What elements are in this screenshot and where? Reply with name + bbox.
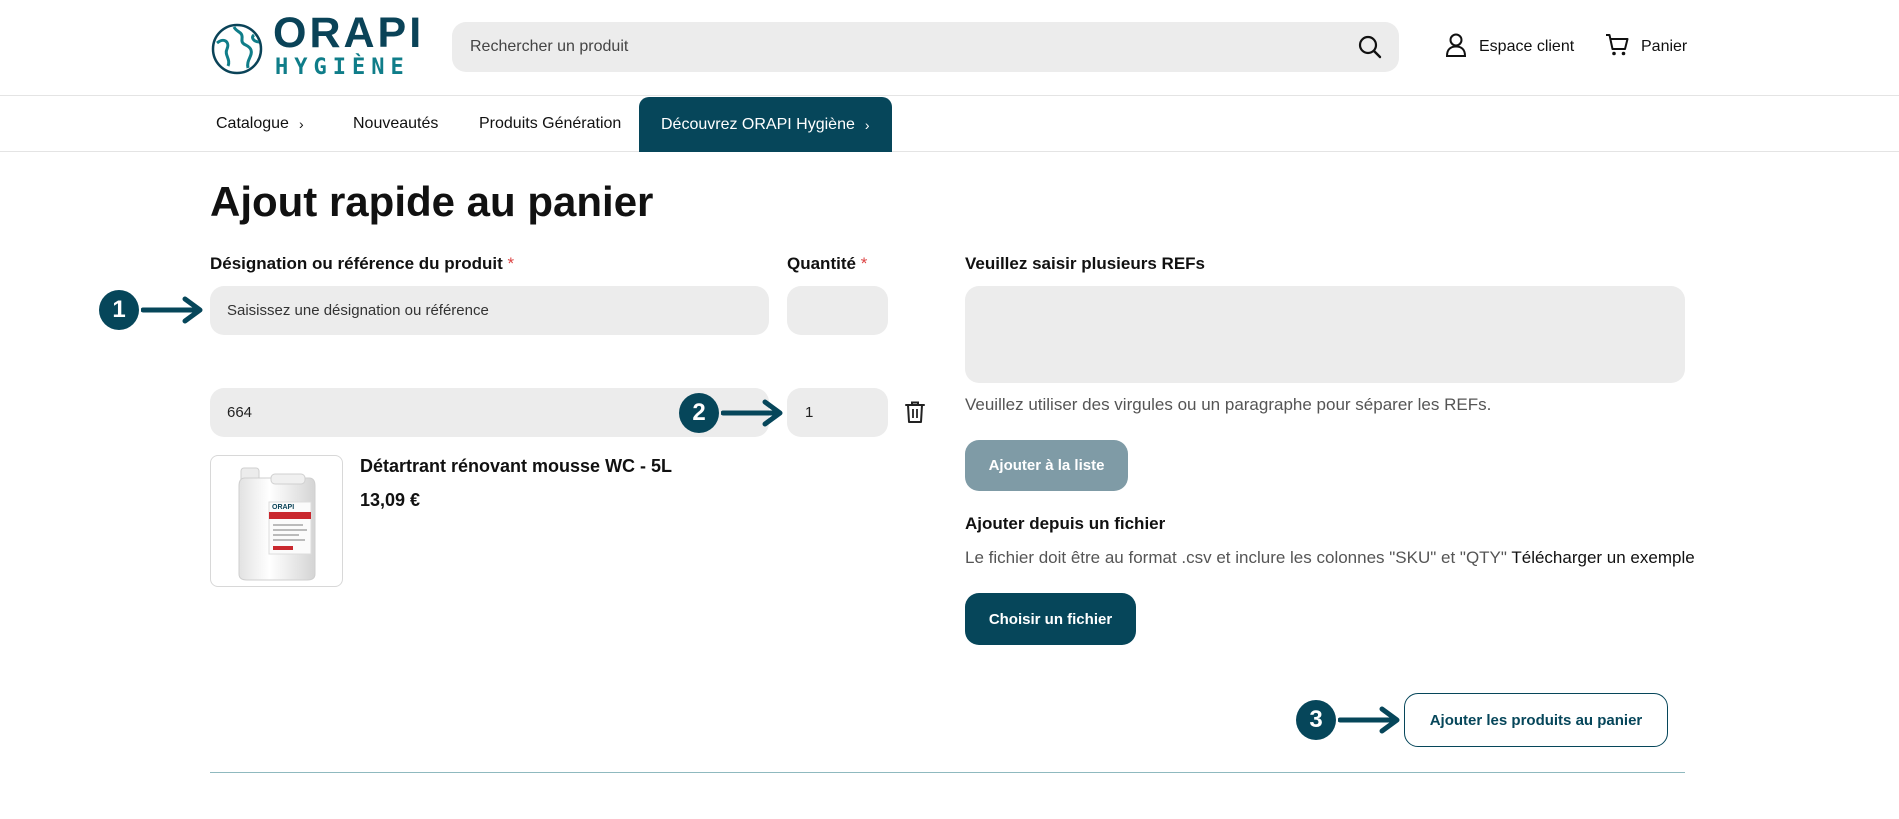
account-link[interactable]: Espace client (1445, 33, 1574, 61)
search-icon[interactable] (1357, 34, 1383, 60)
cart-icon (1605, 33, 1629, 62)
nav-item-produits-generation[interactable]: Produits Génération (479, 96, 621, 151)
product-price: 13,09 € (360, 490, 421, 510)
annotation-badge-3: 3 (1296, 700, 1336, 740)
designation-input[interactable] (210, 286, 769, 335)
file-help: Le fichier doit être au format .csv et i… (965, 548, 1695, 568)
site-header: ORAPI HYGIÈNE Espace client Panier (0, 0, 1899, 96)
add-products-to-cart-button[interactable]: Ajouter les produits au panier (1404, 693, 1668, 747)
product-thumbnail[interactable]: ORAPI (210, 455, 343, 587)
file-section-title: Ajouter depuis un fichier (965, 514, 1166, 533)
choose-file-button[interactable]: Choisir un fichier (965, 593, 1136, 645)
nav-item-nouveautes[interactable]: Nouveautés (353, 96, 438, 151)
download-example-link[interactable]: Télécharger un exemple (1511, 548, 1694, 567)
search-bar (452, 22, 1399, 72)
quantity-input[interactable] (787, 286, 888, 335)
required-mark: * (507, 254, 515, 273)
svg-text:ORAPI: ORAPI (272, 504, 294, 511)
product-jerrycan-image: ORAPI (238, 467, 316, 581)
page-title: Ajout rapide au panier (210, 178, 654, 225)
annotation-badge-1: 1 (99, 290, 139, 330)
globe-logo-icon (211, 23, 263, 75)
main-nav: Catalogue › Nouveautés Produits Générati… (0, 96, 1899, 152)
add-to-list-button[interactable]: Ajouter à la liste (965, 440, 1128, 491)
multi-refs-help: Veuillez utiliser des virgules ou un par… (965, 395, 1492, 414)
logo-wordmark-bottom: HYGIÈNE (275, 55, 410, 80)
chevron-right-icon: › (298, 115, 304, 132)
account-label: Espace client (1479, 38, 1575, 55)
multi-refs-label: Veuillez saisir plusieurs REFs (965, 254, 1205, 273)
trash-icon[interactable] (905, 400, 929, 426)
arrow-right-icon (141, 296, 203, 324)
chevron-right-icon: › (864, 116, 870, 133)
annotation-badge-2: 2 (679, 393, 719, 433)
row-quantity-input[interactable] (787, 388, 888, 437)
quantity-label: Quantité * (787, 254, 867, 274)
nav-item-label: Découvrez ORAPI Hygiène (661, 115, 855, 133)
required-mark: * (860, 254, 868, 273)
arrow-right-icon (721, 399, 783, 427)
designation-label: Désignation ou référence du produit * (210, 254, 514, 274)
nav-item-decouvrez[interactable]: Découvrez ORAPI Hygiène › (639, 97, 892, 152)
nav-item-label: Nouveautés (353, 114, 439, 132)
logo-wordmark-top: ORAPI (273, 9, 425, 57)
section-divider (210, 772, 1685, 773)
file-help-text: Le fichier doit être au format .csv et i… (965, 548, 1507, 567)
arrow-right-icon (1338, 706, 1400, 734)
orapi-logo[interactable]: ORAPI HYGIÈNE (210, 9, 425, 82)
cart-label: Panier (1641, 38, 1688, 55)
nav-item-label: Produits Génération (479, 114, 622, 132)
nav-item-label: Catalogue (216, 114, 289, 132)
user-icon (1445, 33, 1467, 62)
product-name[interactable]: Détartrant rénovant mousse WC - 5L (360, 456, 672, 477)
cart-link[interactable]: Panier (1605, 33, 1687, 61)
search-input[interactable] (452, 22, 1399, 72)
designation-label-text: Désignation ou référence du produit (210, 254, 503, 273)
multi-refs-textarea[interactable] (965, 286, 1685, 383)
nav-item-catalogue[interactable]: Catalogue › (216, 96, 304, 151)
quantity-label-text: Quantité (787, 254, 856, 273)
